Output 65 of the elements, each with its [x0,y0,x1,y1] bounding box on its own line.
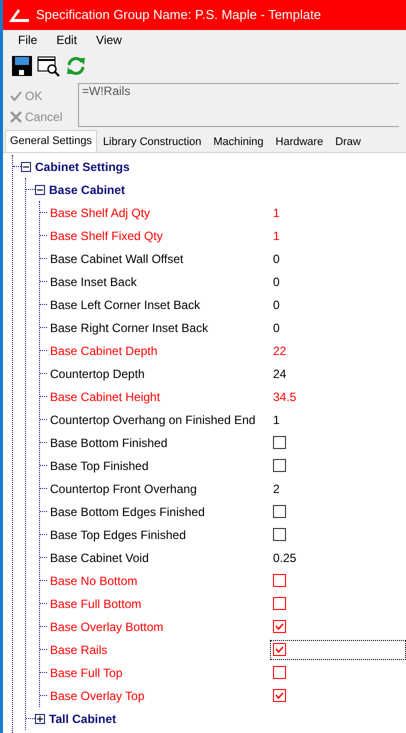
checkbox[interactable] [273,505,286,518]
tab[interactable]: Draw [329,132,367,152]
property-label: Base Right Corner Inset Back [50,320,210,336]
property-label: Base Cabinet Wall Offset [50,250,184,268]
menu-item[interactable]: Edit [56,31,78,49]
property-label: Countertop Overhang on Finished End [50,412,256,428]
checkbox[interactable] [273,528,286,541]
property-label: Base Top Finished [50,458,150,474]
property-label: Base Inset Back [50,274,138,290]
property-label: Base Cabinet Depth [50,342,158,360]
property-label: Base Full Top [50,664,124,682]
property-label: Base Top Edges Finished [50,526,187,544]
tab[interactable]: Library Construction [96,132,208,152]
property-label: Base No Bottom [50,572,138,590]
tab[interactable]: Machining [207,132,270,152]
tree-node[interactable]: Tall Cabinet [49,710,116,728]
property-value[interactable]: 1 [273,410,280,428]
property-label: Base Left Corner Inset Back [50,296,202,314]
tree-node[interactable]: Base Cabinet [49,180,126,198]
checkbox[interactable] [273,689,286,702]
checkbox[interactable] [273,666,286,679]
property-label: Base Shelf Adj Qty [50,204,152,222]
tree-node[interactable]: Cabinet Settings [35,158,130,176]
property-label: Base Bottom Finished [50,434,168,452]
property-label: Base Cabinet Height [50,388,162,406]
property-label: Countertop Depth [50,366,146,382]
checkbox[interactable] [273,459,286,472]
checkbox[interactable] [273,597,286,610]
property-value[interactable]: 24 [273,364,286,382]
check-icon [10,90,22,102]
checkbox[interactable] [273,620,286,633]
tab[interactable]: Hardware [270,132,330,152]
property-label: Base Overlay Top [50,688,146,704]
property-value[interactable]: 22 [273,342,286,360]
checkbox[interactable] [273,436,286,449]
property-value[interactable]: 0 [273,318,280,336]
collapse-icon[interactable] [21,162,31,172]
expand-icon[interactable] [35,714,45,724]
menu-item[interactable]: View [96,31,122,49]
property-label: Base Shelf Fixed Qty [50,228,164,244]
save-icon[interactable] [11,55,33,77]
property-value[interactable]: 1 [273,204,280,222]
formula-field[interactable]: =W!Rails [78,83,399,127]
checkbox[interactable] [273,643,286,656]
property-label: Base Overlay Bottom [50,618,164,636]
property-value[interactable]: 0 [273,296,280,314]
property-label: Base Full Bottom [50,596,142,612]
collapse-icon[interactable] [35,184,45,194]
property-value[interactable]: 0 [273,250,280,268]
logo-icon [8,7,30,23]
menu-item[interactable]: File [18,31,38,49]
property-value[interactable]: 0 [273,272,280,290]
tab[interactable]: General Settings [5,130,97,152]
property-label: Countertop Front Overhang [50,480,198,498]
preview-icon[interactable] [37,55,61,77]
property-value[interactable]: 0.25 [273,548,296,566]
close-icon [10,110,22,122]
property-value[interactable]: 34.5 [273,388,296,406]
property-label: Base Rails [50,642,108,658]
window-title: Specification Group Name: P.S. Maple - Template [36,6,321,24]
checkbox[interactable] [273,574,286,587]
property-label: Base Bottom Edges Finished [50,504,206,520]
property-value[interactable]: 1 [273,226,280,244]
property-value[interactable]: 2 [273,480,280,498]
property-label: Base Cabinet Void [50,550,150,566]
